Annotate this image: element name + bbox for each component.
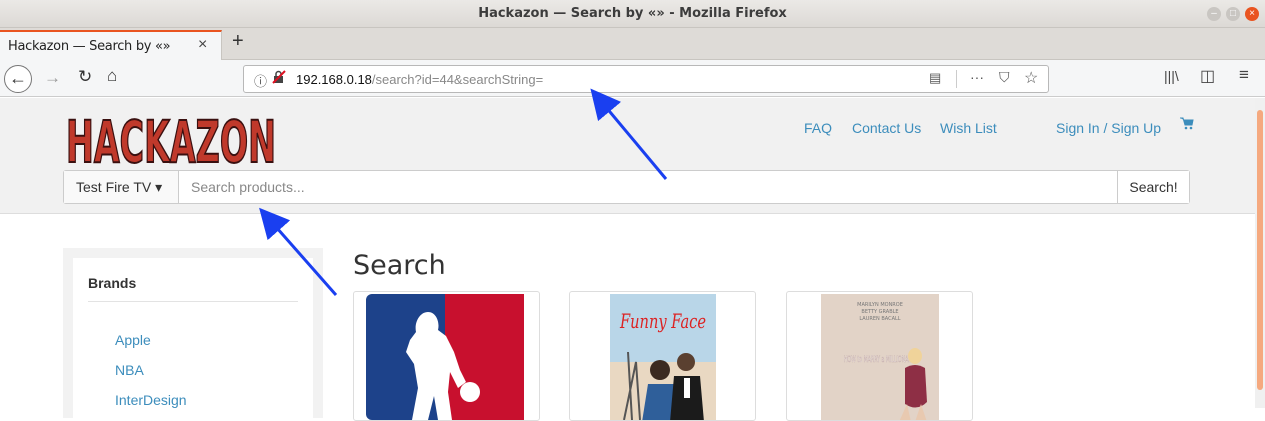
bookmark-star-icon[interactable]: ☆ bbox=[1024, 68, 1038, 88]
logo-text: HACKAZON bbox=[66, 108, 276, 168]
product-card[interactable]: MARILYN MONROE BETTY GRABLE LAUREN BACAL… bbox=[786, 291, 973, 421]
brands-sidebar: Brands Apple NBA InterDesign bbox=[63, 248, 323, 418]
brands-divider bbox=[88, 301, 298, 302]
search-bar: Test Fire TV ▾ Search! bbox=[63, 170, 1190, 204]
cart-icon[interactable] bbox=[1180, 117, 1194, 133]
poster-credit: BETTY GRABLE bbox=[861, 309, 898, 315]
brands-title: Brands bbox=[88, 275, 137, 291]
wish-list-link[interactable]: Wish List bbox=[940, 120, 997, 136]
page-actions-icon[interactable]: ··· bbox=[970, 69, 984, 85]
how-to-marry-a-millionaire-poster[interactable]: MARILYN MONROE BETTY GRABLE LAUREN BACAL… bbox=[787, 292, 973, 421]
site-info-icon[interactable]: ⓘ bbox=[254, 71, 267, 90]
close-window-button[interactable]: × bbox=[1245, 7, 1259, 21]
search-button[interactable]: Search! bbox=[1117, 171, 1189, 203]
new-tab-button[interactable]: + bbox=[232, 30, 244, 53]
hackazon-logo[interactable]: HACKAZON bbox=[65, 104, 278, 177]
contact-us-link[interactable]: Contact Us bbox=[852, 120, 921, 136]
page-scrollbar[interactable] bbox=[1255, 98, 1265, 408]
faq-link[interactable]: FAQ bbox=[804, 120, 832, 136]
window-titlebar: Hackazon — Search by «» - Mozilla Firefo… bbox=[0, 0, 1265, 28]
nba-logo-image[interactable] bbox=[354, 292, 540, 421]
reload-button[interactable]: ↻ bbox=[78, 67, 92, 87]
site-header: HACKAZON FAQ Contact Us Wish List Sign I… bbox=[0, 98, 1255, 214]
product-card[interactable] bbox=[353, 291, 540, 421]
poster-title: HOW to MARRY a MILLIONAIRE bbox=[844, 355, 916, 365]
page-title: Search bbox=[353, 250, 446, 281]
navigation-toolbar: ← → ↻ ⌂ ⓘ 192.168.0.18/search?id=44&sear… bbox=[0, 60, 1265, 97]
pocket-icon[interactable]: ⛉ bbox=[999, 69, 1010, 86]
tab-hackazon[interactable]: Hackazon — Search by «» × bbox=[0, 30, 222, 60]
sign-in-link[interactable]: Sign In / Sign Up bbox=[1056, 120, 1161, 136]
poster-credit: LAUREN BACALL bbox=[859, 316, 900, 322]
url-path: /search?id=44&searchString= bbox=[371, 72, 544, 87]
brand-link-nba[interactable]: NBA bbox=[115, 362, 144, 378]
funny-face-poster[interactable]: Funny Face bbox=[570, 292, 756, 421]
sidebar-toggle-icon[interactable]: ◫ bbox=[1200, 66, 1215, 86]
tab-close-icon[interactable]: × bbox=[198, 36, 207, 54]
urlbar-separator bbox=[956, 70, 957, 88]
reader-view-icon[interactable]: ▤ bbox=[929, 70, 941, 86]
url-text[interactable]: 192.168.0.18/search?id=44&searchString= bbox=[296, 72, 543, 87]
url-bar[interactable]: ⓘ 192.168.0.18/search?id=44&searchString… bbox=[243, 65, 1049, 93]
url-host: 192.168.0.18 bbox=[296, 72, 372, 87]
brands-panel: Brands Apple NBA InterDesign bbox=[73, 258, 313, 418]
tab-strip: Hackazon — Search by «» × + bbox=[0, 28, 1265, 60]
hamburger-menu-icon[interactable]: ≡ bbox=[1239, 65, 1249, 85]
forward-button[interactable]: → bbox=[44, 68, 61, 88]
insecure-lock-icon[interactable] bbox=[272, 70, 286, 87]
minimize-button[interactable]: – bbox=[1207, 7, 1221, 21]
tab-title: Hackazon — Search by «» bbox=[8, 39, 171, 54]
window-title: Hackazon — Search by «» - Mozilla Firefo… bbox=[478, 6, 787, 21]
poster-credit: MARILYN MONROE bbox=[857, 302, 903, 308]
home-button[interactable]: ⌂ bbox=[107, 66, 117, 86]
brand-link-interdesign[interactable]: InterDesign bbox=[115, 392, 187, 408]
maximize-button[interactable]: □ bbox=[1226, 7, 1240, 21]
back-button[interactable]: ← bbox=[4, 65, 32, 93]
caret-down-icon: ▾ bbox=[155, 179, 163, 195]
brand-link-apple[interactable]: Apple bbox=[115, 332, 151, 348]
library-icon[interactable]: |||\ bbox=[1164, 68, 1179, 84]
category-label: Test Fire TV bbox=[76, 179, 152, 195]
poster-title: Funny Face bbox=[619, 309, 706, 333]
scrollbar-thumb[interactable] bbox=[1257, 110, 1263, 390]
search-input[interactable] bbox=[179, 171, 1117, 203]
category-dropdown[interactable]: Test Fire TV ▾ bbox=[64, 171, 179, 203]
product-card[interactable]: Funny Face bbox=[569, 291, 756, 421]
